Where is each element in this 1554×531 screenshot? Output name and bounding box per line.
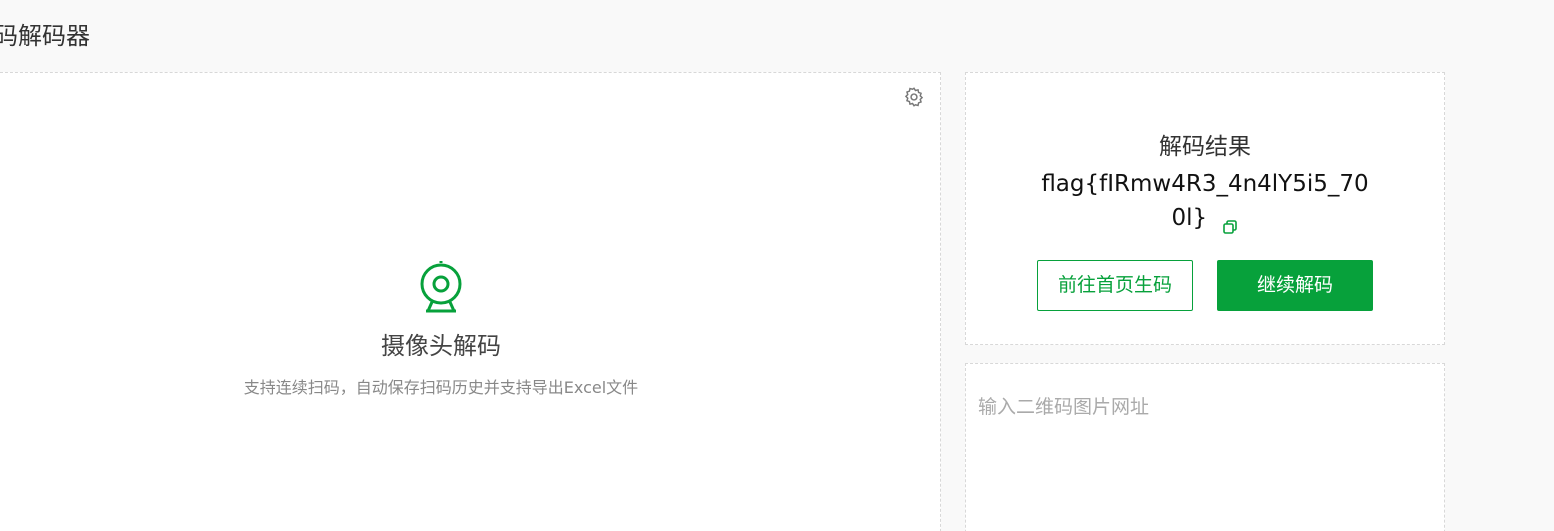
copy-icon[interactable]	[1222, 211, 1238, 234]
camera-decode-description: 支持连续扫码，自动保存扫码历史并支持导出Excel文件	[243, 378, 639, 397]
webcam-icon	[420, 261, 462, 313]
camera-decode-panel[interactable]: 摄像头解码 支持连续扫码，自动保存扫码历史并支持导出Excel文件	[0, 72, 941, 531]
image-url-input[interactable]	[966, 364, 1444, 531]
decode-result-value: flag{fIRmw4R3_4n4lY5i5_700l}	[1041, 171, 1369, 231]
camera-decode-block[interactable]: 摄像头解码 支持连续扫码，自动保存扫码历史并支持导出Excel文件	[191, 258, 691, 400]
decode-result-value-row: flag{fIRmw4R3_4n4lY5i5_700l}	[1035, 167, 1375, 235]
result-actions: 前往首页生码 继续解码	[1037, 260, 1373, 311]
gear-icon[interactable]	[903, 86, 925, 108]
image-url-panel	[965, 363, 1445, 531]
page: 码解码器 摄像头解码 支持连续扫码，自动保存扫码历史并支持导出Excel文件 解…	[0, 0, 1554, 531]
continue-decode-button[interactable]: 继续解码	[1217, 260, 1373, 311]
decode-result-panel: 解码结果 flag{fIRmw4R3_4n4lY5i5_700l} 前往首页生码…	[965, 72, 1445, 345]
decode-result-label: 解码结果	[1159, 134, 1251, 160]
go-home-generate-button[interactable]: 前往首页生码	[1037, 260, 1193, 311]
decode-result: 解码结果 flag{fIRmw4R3_4n4lY5i5_700l}	[966, 131, 1444, 235]
camera-decode-title: 摄像头解码	[381, 332, 501, 360]
page-title: 码解码器	[0, 22, 90, 50]
